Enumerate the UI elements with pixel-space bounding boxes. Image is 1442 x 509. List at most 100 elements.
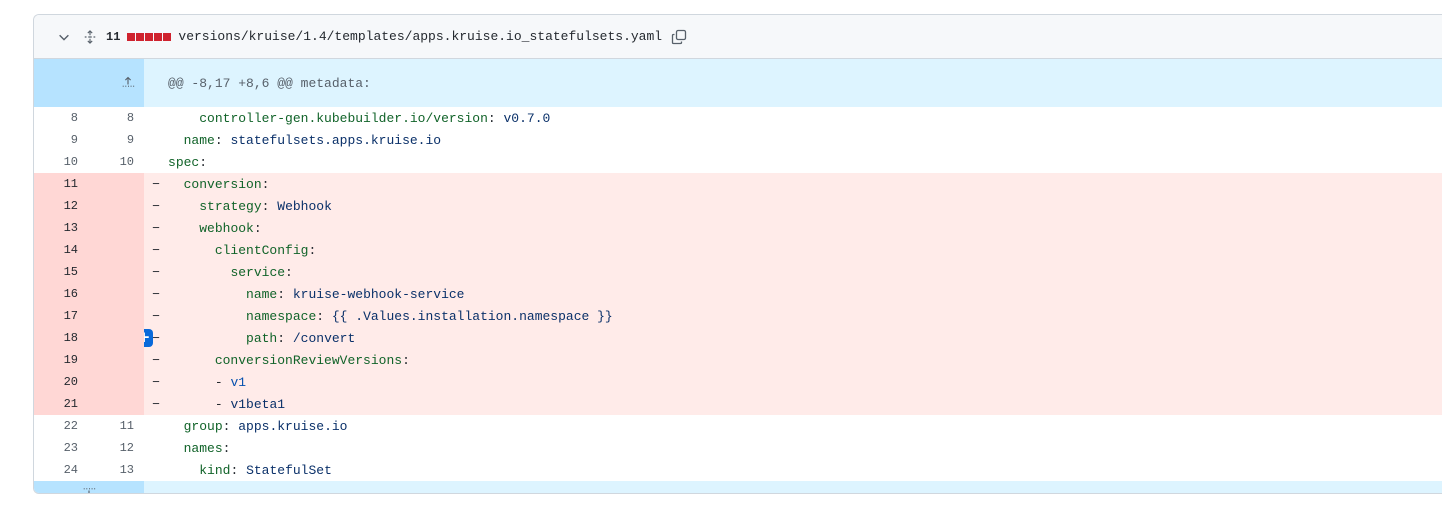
unfold-icon <box>84 29 96 44</box>
diff-line-row: 11 − conversion: <box>34 173 1442 195</box>
new-line-number[interactable] <box>89 393 145 415</box>
yaml-value: v0.7.0 <box>503 110 551 126</box>
new-line-number[interactable]: 12 <box>89 437 144 459</box>
new-line-number[interactable] <box>89 371 145 393</box>
yaml-separator: : <box>308 242 317 258</box>
code-line: +− path: /convert <box>144 327 1442 349</box>
old-line-number[interactable]: 20 <box>34 371 89 393</box>
yaml-key: conversion <box>183 176 262 192</box>
chevron-down-icon <box>59 34 69 41</box>
new-line-number[interactable]: 13 <box>89 459 144 481</box>
old-line-number[interactable]: 11 <box>34 173 89 195</box>
old-line-number[interactable]: 18 <box>34 327 89 349</box>
diff-marker: − <box>152 396 160 412</box>
old-line-number[interactable]: 17 <box>34 305 89 327</box>
diff-line-row: 13 − webhook: <box>34 217 1442 239</box>
yaml-separator: : <box>277 330 293 346</box>
yaml-value: kruise-webhook-service <box>292 286 465 302</box>
diff-line-row: 23 12 names: <box>34 437 1442 459</box>
old-line-number[interactable]: 19 <box>34 349 89 371</box>
diff-marker: − <box>152 374 160 390</box>
expand-down-row <box>34 481 1442 493</box>
old-line-number[interactable]: 22 <box>34 415 89 437</box>
new-line-number[interactable] <box>89 349 145 371</box>
new-line-number[interactable] <box>89 195 145 217</box>
old-line-number[interactable]: 23 <box>34 437 89 459</box>
yaml-value: v1 <box>230 374 247 390</box>
new-line-number[interactable] <box>89 261 145 283</box>
yaml-key: clientConfig <box>214 242 309 258</box>
yaml-key: namespace <box>246 308 317 324</box>
diff-line-row: 19 − conversionReviewVersions: <box>34 349 1442 371</box>
yaml-separator: : <box>316 308 332 324</box>
collapse-button[interactable] <box>54 27 74 47</box>
old-line-number[interactable]: 24 <box>34 459 89 481</box>
yaml-value: statefulsets.apps.kruise.io <box>230 132 442 148</box>
old-line-number[interactable]: 8 <box>34 107 89 129</box>
yaml-key: controller-gen.kubebuilder.io/version <box>199 110 488 126</box>
diffstat-square <box>145 32 154 41</box>
code-line: − namespace: {{ .Values.installation.nam… <box>144 305 1442 327</box>
yaml-separator: : <box>277 286 293 302</box>
yaml-value: v1beta1 <box>230 396 286 412</box>
yaml-value: apps.kruise.io <box>238 418 348 434</box>
yaml-separator: : <box>487 110 504 126</box>
old-line-number[interactable]: 12 <box>34 195 89 217</box>
expand-up-button[interactable] <box>34 59 145 107</box>
new-line-number[interactable]: 11 <box>89 415 144 437</box>
file-path: versions/kruise/1.4/templates/apps.kruis… <box>178 29 663 44</box>
yaml-separator: - <box>214 396 231 412</box>
old-line-number[interactable]: 14 <box>34 239 89 261</box>
diff-marker: − <box>152 220 160 236</box>
new-line-number[interactable] <box>89 217 145 239</box>
old-line-number[interactable]: 21 <box>34 393 89 415</box>
copy-path-button[interactable] <box>668 26 690 48</box>
diffstat-square <box>163 32 172 41</box>
yaml-separator: : <box>214 132 231 148</box>
copy-icon <box>671 29 687 44</box>
diff-marker: − <box>152 264 160 280</box>
diff-marker: − <box>152 242 160 258</box>
old-line-number[interactable]: 10 <box>34 151 89 173</box>
yaml-separator: : <box>199 154 208 170</box>
add-comment-button[interactable]: + <box>144 329 154 347</box>
old-line-number[interactable]: 13 <box>34 217 89 239</box>
new-line-number[interactable] <box>89 327 145 349</box>
old-line-number[interactable]: 15 <box>34 261 89 283</box>
new-line-number[interactable] <box>89 173 145 195</box>
diff-file: 11 versions/kruise/1.4/templates/apps.kr… <box>33 14 1442 494</box>
expand-up-icon <box>122 76 135 87</box>
file-header: 11 versions/kruise/1.4/templates/apps.kr… <box>34 15 1442 59</box>
new-line-number[interactable]: 10 <box>89 151 144 173</box>
change-count: 11 <box>106 29 121 44</box>
new-line-number[interactable] <box>89 305 145 327</box>
yaml-separator: - <box>214 374 231 390</box>
diff-line-row: 10 10 spec: <box>34 151 1442 173</box>
yaml-value: /convert <box>292 330 356 346</box>
diff-line-row: 99 name: statefulsets.apps.kruise.io <box>34 129 1442 151</box>
new-line-number[interactable]: 8 <box>89 107 144 129</box>
new-line-number[interactable]: 9 <box>89 129 144 151</box>
expand-all-button[interactable] <box>80 27 100 47</box>
hunk-header: @@ -8,17 +8,6 @@ metadata: <box>144 59 1442 107</box>
code-line: − clientConfig: <box>144 239 1442 261</box>
new-line-number[interactable] <box>89 239 145 261</box>
diff-line-row: 21 − - v1beta1 <box>34 393 1442 415</box>
expand-down-spacer <box>144 481 1442 493</box>
old-line-number[interactable]: 9 <box>34 129 89 151</box>
old-line-number[interactable]: 16 <box>34 283 89 305</box>
yaml-key: webhook <box>199 220 254 236</box>
expand-down-button[interactable] <box>34 481 145 493</box>
yaml-key: group <box>183 418 223 434</box>
new-line-number[interactable] <box>89 283 145 305</box>
diff-line-row: 18 +− path: /convert <box>34 327 1442 349</box>
